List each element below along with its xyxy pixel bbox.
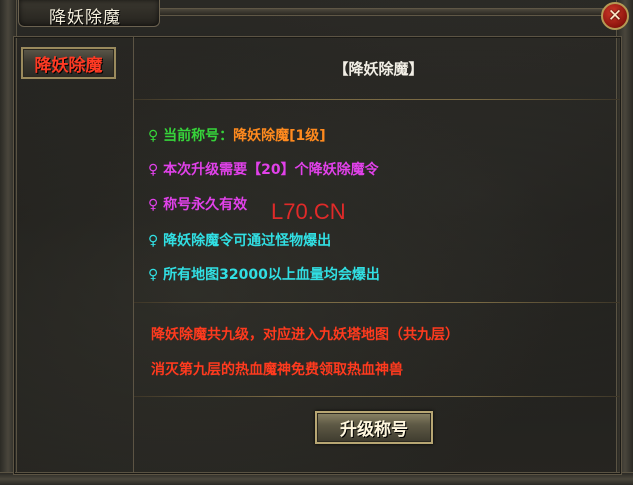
upgrade-title-label: 升级称号 bbox=[340, 420, 408, 440]
female-symbol-icon: ♀ bbox=[148, 197, 159, 213]
top-frame-bar bbox=[156, 8, 603, 16]
upgrade-requirement-line: ♀ 本次升级需要【20】个降妖除魔令 bbox=[148, 159, 379, 179]
token-source-text: 降妖除魔令可通过怪物爆出 bbox=[163, 233, 332, 249]
female-symbol-icon: ♀ bbox=[148, 128, 159, 144]
female-symbol-icon: ♀ bbox=[148, 267, 159, 283]
window-title-tab[interactable]: 降妖除魔 bbox=[18, 0, 160, 28]
upgrade-title-button[interactable]: 升级称号 bbox=[315, 411, 433, 444]
sidebar-divider bbox=[133, 36, 134, 473]
female-symbol-icon: ♀ bbox=[148, 233, 159, 249]
current-title-line: ♀ 当前称号：降妖除魔[1级] bbox=[148, 125, 326, 145]
sidebar-item-label: 降妖除魔 bbox=[34, 55, 103, 76]
reward-note: 消灭第九层的热血魔神免费领取热血神兽 bbox=[151, 362, 403, 378]
drop-condition-text: 所有地图32000以上血量均会爆出 bbox=[163, 267, 380, 283]
current-title-value: 降妖除魔[1级] bbox=[233, 128, 326, 144]
upgrade-requirement-text: 本次升级需要【20】个降妖除魔令 bbox=[163, 162, 379, 178]
current-title-label: 当前称号： bbox=[163, 128, 234, 144]
window-title: 降妖除魔 bbox=[49, 8, 121, 28]
close-button[interactable]: ✕ bbox=[601, 2, 629, 30]
divider bbox=[134, 99, 620, 100]
content-panel bbox=[13, 36, 622, 475]
female-symbol-icon: ♀ bbox=[148, 162, 159, 178]
watermark-text: L70.CN bbox=[271, 199, 346, 224]
divider bbox=[134, 302, 620, 303]
level-note: 降妖除魔共九级，对应进入九妖塔地图（共九层） bbox=[151, 327, 459, 343]
token-source-line: ♀ 降妖除魔令可通过怪物爆出 bbox=[148, 230, 331, 250]
permanent-title-text: 称号永久有效 bbox=[163, 197, 248, 213]
permanent-title-line: ♀ 称号永久有效 bbox=[148, 194, 247, 214]
sidebar-item-xiangyao[interactable]: 降妖除魔 bbox=[21, 47, 116, 79]
drop-condition-line: ♀ 所有地图32000以上血量均会爆出 bbox=[148, 264, 380, 284]
divider bbox=[134, 396, 620, 397]
panel-heading: 【降妖除魔】 bbox=[333, 60, 424, 78]
game-dialog-window: 降妖除魔 ✕ 降妖除魔 【降妖除魔】 ♀ 当前称号：降妖除魔[1级] ♀ 本次升… bbox=[0, 0, 633, 485]
close-icon: ✕ bbox=[607, 6, 623, 26]
